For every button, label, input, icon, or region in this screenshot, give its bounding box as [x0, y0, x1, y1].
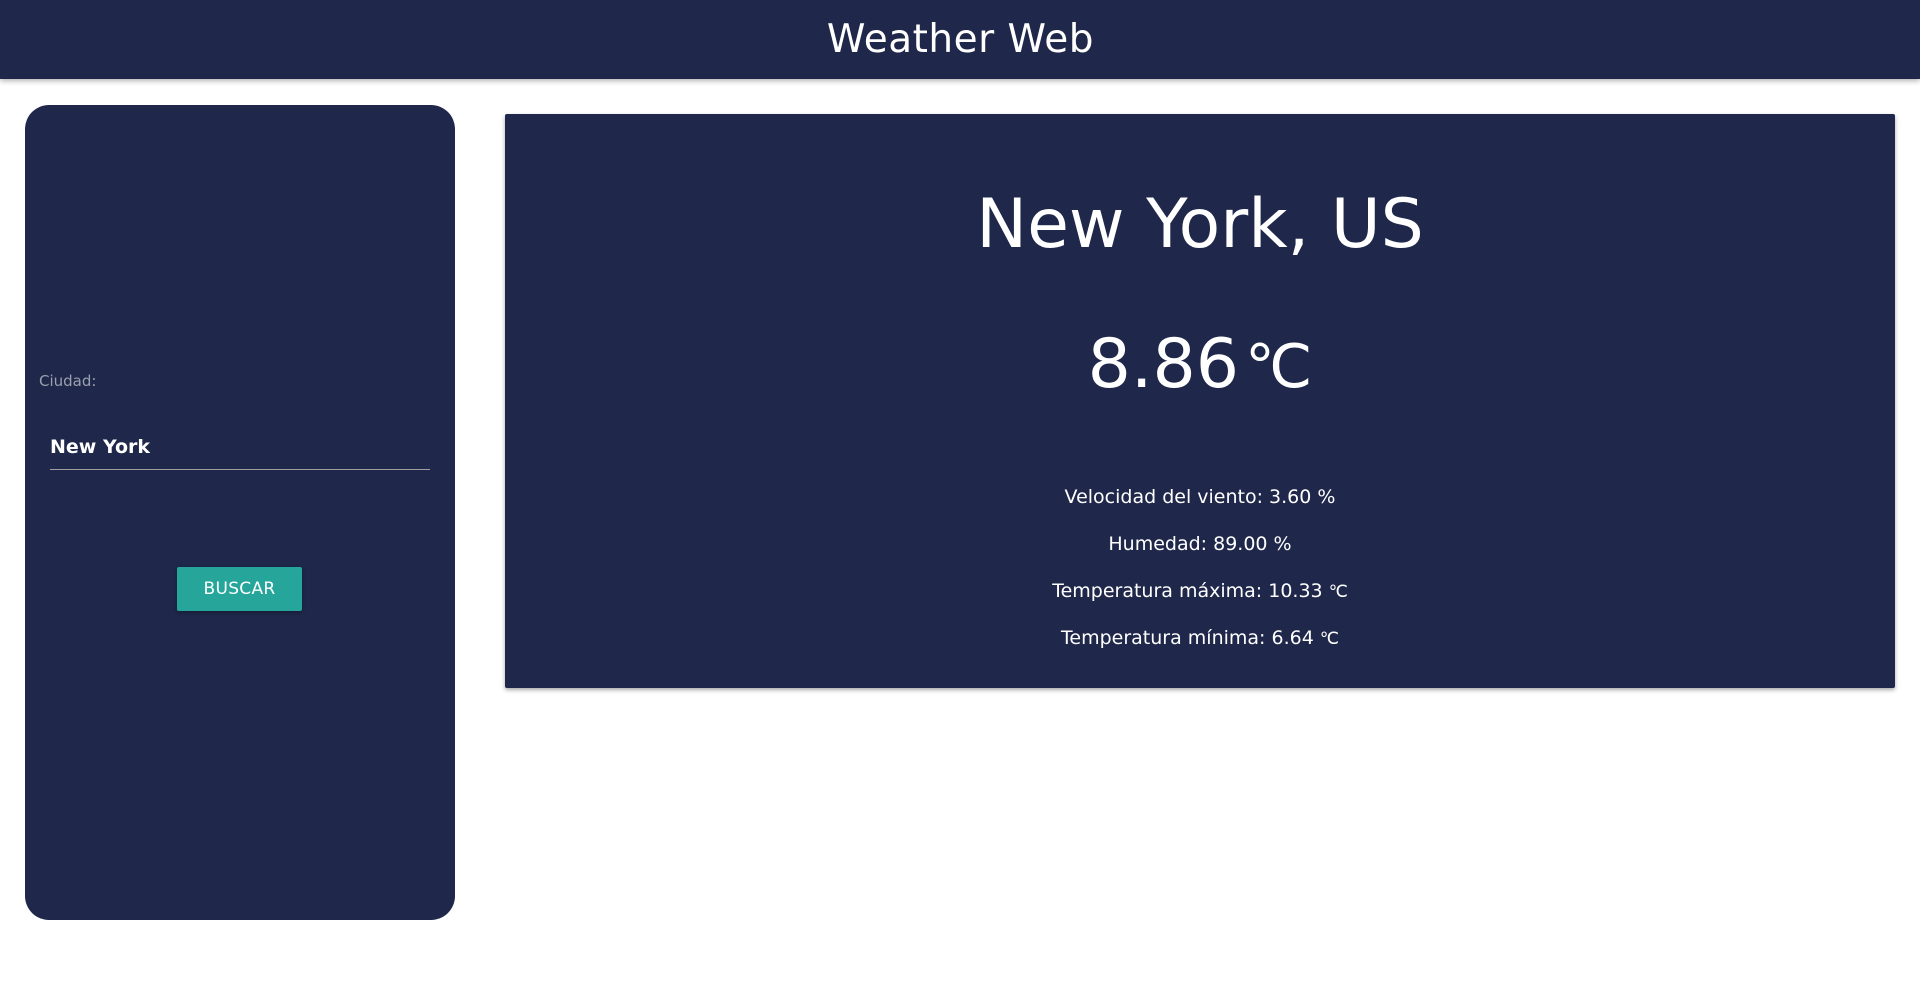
humidity: Humedad: 89.00 %: [1108, 533, 1292, 555]
max-temperature: Temperatura máxima: 10.33 ℃: [505, 568, 1895, 615]
max-temperature-text: Temperatura máxima: 10.33: [1052, 580, 1323, 602]
weather-result-card: New York, US 8.86 ℃ Velocidad del viento:…: [505, 114, 1895, 688]
search-button[interactable]: BUSCAR: [177, 567, 302, 611]
temperature-value: 8.86: [1087, 325, 1239, 404]
brand-logo[interactable]: Weather Web: [827, 17, 1094, 62]
min-temperature: Temperatura mínima: 6.64 ℃: [505, 615, 1895, 662]
min-temperature-unit: ℃: [1319, 629, 1339, 648]
temperature-unit: ℃: [1245, 334, 1313, 400]
temperature-display: 8.86 ℃: [505, 324, 1895, 406]
city-input[interactable]: [50, 425, 430, 470]
weather-details: Velocidad del viento: 3.60 % Humedad: 89…: [505, 474, 1895, 662]
city-field-label: Ciudad:: [39, 372, 97, 390]
location-title: New York, US: [976, 185, 1424, 264]
top-navbar: Weather Web: [0, 0, 1920, 79]
search-panel: Ciudad: BUSCAR: [25, 105, 455, 920]
wind-speed: Velocidad del viento: 3.60 %: [1064, 486, 1336, 508]
max-temperature-unit: ℃: [1328, 582, 1348, 601]
min-temperature-text: Temperatura mínima: 6.64: [1061, 627, 1314, 649]
